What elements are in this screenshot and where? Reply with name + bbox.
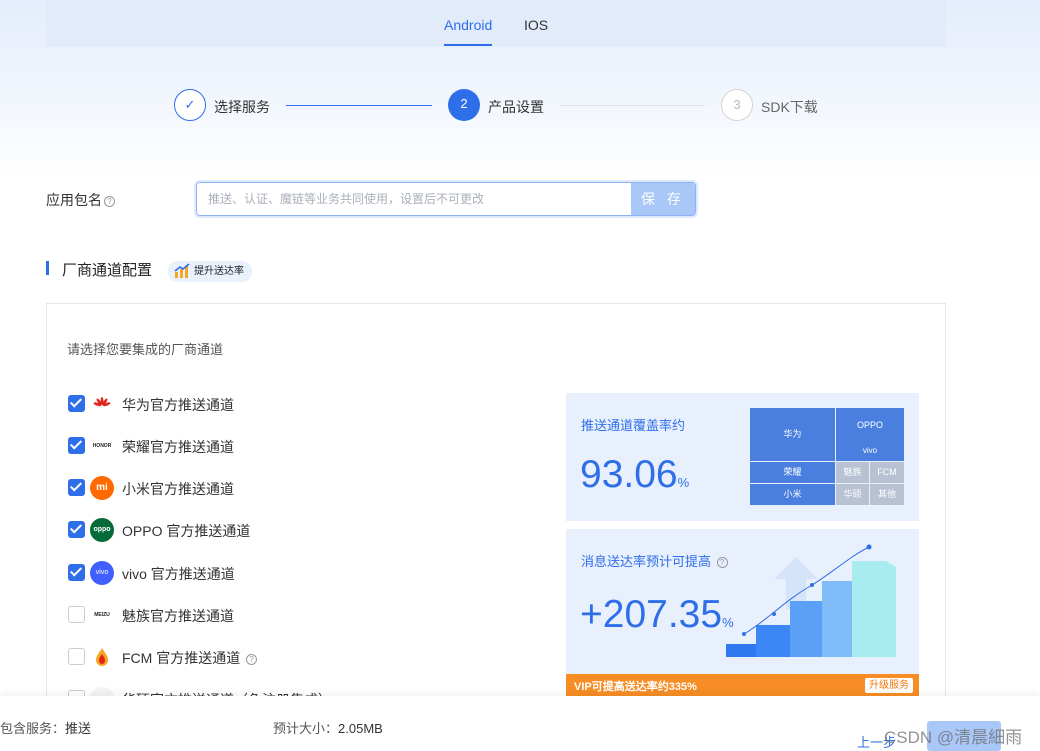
delivery-value: +207.35% bbox=[580, 593, 734, 636]
treemap-oppo-vivo: OPPO vivo bbox=[836, 408, 904, 461]
package-name-group: 保 存 bbox=[196, 182, 696, 216]
tab-ios[interactable]: IOS bbox=[524, 17, 548, 33]
treemap-oppo: OPPO bbox=[856, 420, 883, 430]
boost-delivery-badge[interactable]: 提升送达率 bbox=[168, 261, 252, 282]
vivo-icon: vivo bbox=[90, 561, 114, 585]
step-2-label: 产品设置 bbox=[488, 99, 544, 115]
delivery-card: 消息送达率预计可提高 ? +207.35% bbox=[566, 529, 919, 674]
vip-text: VIP可提高送达率约335% bbox=[574, 681, 697, 693]
coverage-treemap: 华为 OPPO vivo 荣耀 小米 魅族 FCM 华硕 其他 bbox=[750, 408, 904, 505]
tab-android[interactable]: Android bbox=[444, 17, 492, 33]
treemap-honor: 荣耀 bbox=[750, 462, 835, 483]
meizu-icon: MEIZU bbox=[90, 603, 114, 627]
step-3-label: SDK下载 bbox=[761, 99, 818, 115]
step-connector-1 bbox=[286, 105, 432, 106]
treemap-vivo: vivo bbox=[862, 446, 878, 455]
package-name-label: 应用包名? bbox=[46, 190, 115, 210]
xiaomi-icon: mi bbox=[90, 476, 114, 500]
help-icon[interactable]: ? bbox=[246, 653, 258, 665]
watermark: CSDN @清晨細雨 bbox=[884, 728, 1023, 747]
treemap-other: 其他 bbox=[870, 484, 904, 505]
checkbox-honor[interactable] bbox=[68, 437, 85, 454]
checkbox-oppo[interactable] bbox=[68, 521, 85, 538]
save-button[interactable]: 保 存 bbox=[631, 183, 695, 215]
vendor-section-title: 厂商通道配置 bbox=[62, 262, 153, 279]
treemap-asus: 华硕 bbox=[836, 484, 869, 505]
platform-tabbar bbox=[46, 0, 946, 47]
package-name-input[interactable] bbox=[197, 183, 633, 215]
treemap-fcm: FCM bbox=[870, 462, 904, 483]
channel-label: vivo 官方推送通道 bbox=[122, 566, 235, 582]
coverage-title: 推送通道覆盖率约 bbox=[581, 418, 686, 433]
boost-label: 提升送达率 bbox=[194, 266, 244, 277]
footer-services: 包含服务：推送 bbox=[0, 721, 92, 736]
fcm-icon bbox=[90, 645, 114, 669]
vip-bar: VIP可提高送达率约335% 升级服务 bbox=[566, 674, 919, 696]
checkbox-fcm[interactable] bbox=[68, 648, 85, 665]
step-2-number: 2 bbox=[448, 89, 480, 121]
checkbox-huawei[interactable] bbox=[68, 395, 85, 412]
growth-illustration-icon bbox=[726, 544, 896, 657]
bar-chart-icon bbox=[174, 263, 190, 278]
channel-label: FCM 官方推送通道 ? bbox=[122, 648, 258, 668]
delivery-title: 消息送达率预计可提高 ? bbox=[581, 551, 728, 570]
channel-label: 华为官方推送通道 bbox=[122, 397, 234, 413]
channel-label: 小米官方推送通道 bbox=[122, 481, 234, 497]
section-marker bbox=[46, 261, 49, 275]
treemap-huawei: 华为 bbox=[750, 408, 835, 461]
step-1-check-icon: ✓ bbox=[174, 89, 206, 121]
checkbox-xiaomi[interactable] bbox=[68, 479, 85, 496]
coverage-value: 93.06% bbox=[580, 453, 690, 496]
checkbox-meizu[interactable] bbox=[68, 606, 85, 623]
footer-size: 预计大小：2.05MB bbox=[273, 721, 383, 736]
step-connector-2 bbox=[560, 105, 705, 106]
channel-label: 魅族官方推送通道 bbox=[122, 608, 234, 624]
step-3-number: 3 bbox=[721, 89, 753, 121]
treemap-xiaomi: 小米 bbox=[750, 484, 835, 505]
oppo-icon: oppo bbox=[90, 518, 114, 542]
active-tab-indicator bbox=[444, 44, 492, 46]
treemap-meizu: 魅族 bbox=[836, 462, 869, 483]
vendor-hint: 请选择您要集成的厂商通道 bbox=[67, 342, 224, 357]
channel-label: 荣耀官方推送通道 bbox=[122, 439, 234, 455]
channel-label: OPPO 官方推送通道 bbox=[122, 523, 251, 539]
huawei-icon bbox=[90, 392, 114, 416]
step-1-label: 选择服务 bbox=[214, 99, 270, 115]
checkbox-vivo[interactable] bbox=[68, 564, 85, 581]
upgrade-button[interactable]: 升级服务 bbox=[865, 678, 913, 693]
honor-icon: HONOR bbox=[90, 434, 114, 458]
help-icon[interactable]: ? bbox=[104, 195, 115, 207]
